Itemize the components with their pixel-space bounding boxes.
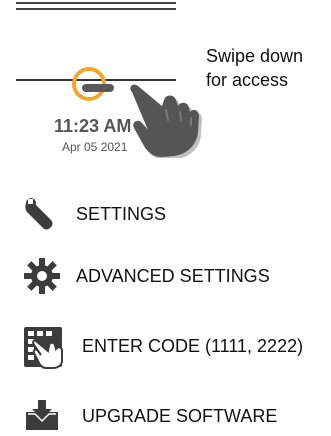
menu-item-settings-label: SETTINGS [76,203,167,224]
menu-item-advanced-settings[interactable]: ADVANCED SETTINGS [22,256,270,296]
swipe-hint-line-2: for access [206,70,289,90]
gear-icon [22,256,62,296]
swipe-hint-line-1: Swipe down [206,46,304,66]
menu-item-settings[interactable]: SETTINGS [22,194,166,234]
menu-item-upgrade-software-label: UPGRADE SOFTWARE [82,405,278,426]
menu-item-upgrade-software[interactable]: UPGRADE SOFTWARE [22,396,277,436]
pointing-hand-icon [130,84,202,158]
menu-item-enter-code-label: ENTER CODE (1111, 2222) [82,335,304,356]
wrench-icon [22,194,62,234]
hand-keypad-icon [22,323,66,369]
swipe-handle[interactable] [82,84,114,92]
swipe-hint: Swipe down for access [206,44,328,92]
menu-item-enter-code[interactable]: ENTER CODE (1111, 2222) [22,323,304,369]
top-rule-2 [16,8,176,10]
menu-item-advanced-settings-label: ADVANCED SETTINGS [76,265,270,286]
top-rule-1 [16,2,176,4]
download-box-icon [22,396,62,436]
